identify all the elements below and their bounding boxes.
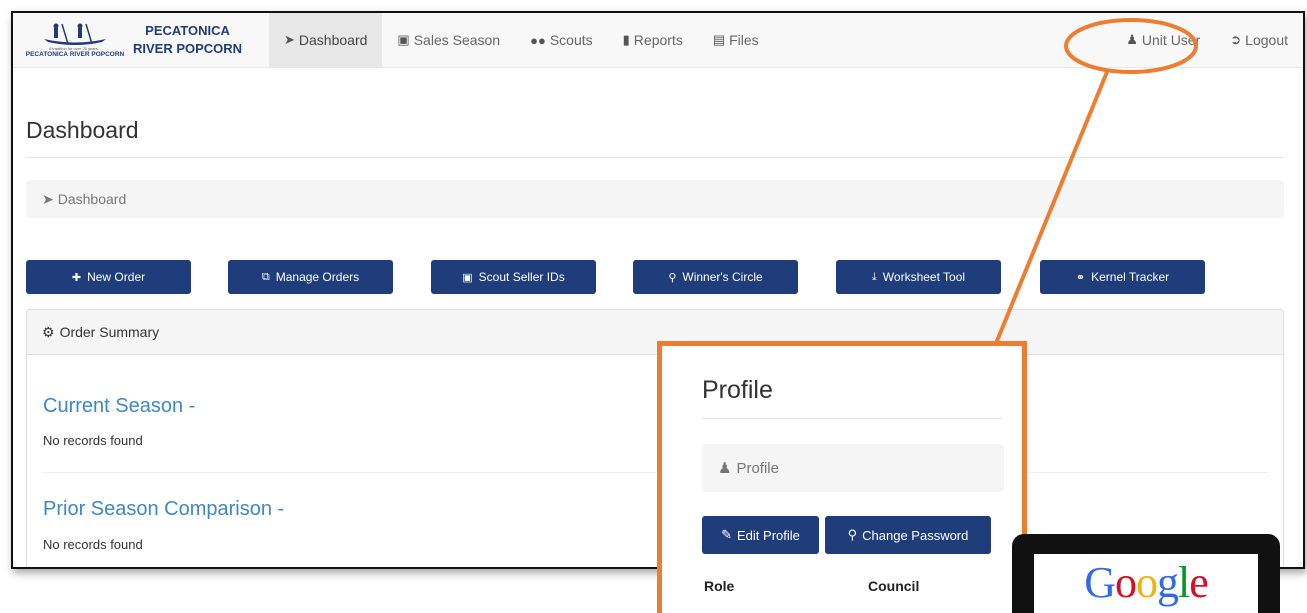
pencil-icon: ✎ — [721, 527, 733, 542]
action-buttons: ✚ New Order ⧉ Manage Orders ▣ Scout Sell… — [26, 260, 1296, 294]
id-card-icon: ▣ — [462, 271, 473, 284]
rocket-icon: ➤ — [284, 32, 295, 47]
edit-profile-label: Edit Profile — [737, 527, 800, 543]
current-season-title: Current Season - — [43, 395, 196, 417]
lock-icon: ⚲ — [847, 527, 858, 542]
profile-breadcrumb: ♟ Profile — [702, 444, 1004, 492]
image-file-icon: ▤ — [712, 32, 726, 47]
file-icon: ▣ — [397, 32, 410, 47]
order-summary-title: Order Summary — [59, 324, 160, 340]
worksheet-tool-button[interactable]: ⤓ Worksheet Tool — [836, 260, 1001, 294]
edit-profile-button[interactable]: ✎ Edit Profile — [702, 516, 819, 554]
rocket-icon: ➤ — [42, 190, 54, 207]
breadcrumb-dashboard: Dashboard — [57, 191, 127, 207]
breadcrumb: ➤ Dashboard — [26, 180, 1284, 218]
scout-seller-ids-button[interactable]: ▣ Scout Seller IDs — [431, 260, 596, 294]
prior-season-title: Prior Season Comparison - — [43, 498, 285, 520]
nav-sales-season-label: Sales Season — [413, 32, 501, 48]
order-summary-heading: ⚙ Order Summary — [27, 310, 1283, 355]
profile-title: Profile — [702, 376, 773, 404]
page-title: Dashboard — [26, 117, 139, 143]
google-letter: o — [1115, 558, 1137, 607]
brand-name-line1: PECATONICA — [145, 23, 230, 38]
bar-chart-icon: ▮ — [622, 32, 630, 47]
user-icon: ♟ — [718, 460, 732, 477]
logo-text: PECATONICA RIVER POPCORN — [25, 50, 125, 58]
nav-reports-label: Reports — [633, 32, 683, 48]
nav-user-label: Unit User — [1141, 32, 1201, 48]
profile-divider — [702, 418, 1002, 419]
council-column-header: Council — [868, 578, 920, 594]
new-order-button[interactable]: ✚ New Order — [26, 260, 191, 294]
tablet-screen: Google — [1034, 554, 1258, 613]
nav-files[interactable]: ▤ Files — [698, 13, 774, 67]
nav-scouts-label: Scouts — [549, 32, 593, 48]
google-letter: l — [1178, 558, 1190, 607]
logout-icon: ➲ — [1230, 32, 1242, 47]
navbar: A tradition for over 25 years... PECATON… — [13, 13, 1303, 68]
brand-logo: A tradition for over 25 years... PECATON… — [21, 18, 129, 62]
main-nav: ➤ Dashboard ▣ Sales Season ●● Scouts ▮ R… — [269, 13, 774, 67]
copy-icon: ⧉ — [261, 270, 270, 283]
google-tablet-graphic: Google — [1012, 534, 1280, 613]
panel-divider — [43, 472, 1267, 473]
nav-dashboard[interactable]: ➤ Dashboard — [269, 13, 383, 67]
plus-icon: ✚ — [71, 271, 82, 284]
nav-dashboard-label: Dashboard — [298, 32, 368, 48]
brand[interactable]: A tradition for over 25 years... PECATON… — [13, 13, 269, 67]
nav-scouts[interactable]: ●● Scouts — [515, 13, 608, 67]
scout-seller-ids-label: Scout Seller IDs — [478, 270, 565, 284]
google-letter: e — [1189, 558, 1209, 607]
kernel-tracker-label: Kernel Tracker — [1091, 270, 1170, 284]
role-column-header: Role — [704, 578, 735, 594]
nav-reports[interactable]: ▮ Reports — [608, 13, 698, 67]
brand-name-line2: RIVER POPCORN — [133, 41, 243, 56]
users-icon: ●● — [530, 32, 546, 48]
manage-orders-label: Manage Orders — [275, 270, 360, 284]
profile-breadcrumb-label: Profile — [736, 459, 779, 477]
winners-circle-label: Winner's Circle — [682, 270, 763, 284]
canoe-logo-icon — [44, 23, 106, 45]
worksheet-tool-label: Worksheet Tool — [882, 270, 966, 284]
change-password-label: Change Password — [862, 527, 969, 543]
nav-files-label: Files — [729, 32, 759, 48]
download-icon: ⤓ — [871, 270, 877, 283]
google-letter: o — [1136, 558, 1158, 607]
current-season-empty: No records found — [43, 433, 143, 448]
link-icon: ⚭ — [1075, 271, 1086, 284]
trophy-icon: ⚲ — [668, 271, 677, 284]
cubes-icon: ⚙ — [42, 323, 55, 340]
google-letter: g — [1157, 558, 1179, 607]
kernel-tracker-button[interactable]: ⚭ Kernel Tracker — [1040, 260, 1205, 294]
nav-right: ♟ Unit User ➲ Logout — [1111, 13, 1303, 67]
new-order-label: New Order — [87, 270, 146, 284]
nav-user-menu[interactable]: ♟ Unit User — [1111, 13, 1215, 67]
google-logo: Google — [1084, 558, 1209, 613]
nav-sales-season[interactable]: ▣ Sales Season — [382, 13, 515, 67]
google-letter: G — [1084, 558, 1116, 607]
nav-logout[interactable]: ➲ Logout — [1215, 13, 1303, 67]
order-summary-panel: ⚙ Order Summary Current Season - No reco… — [26, 309, 1284, 567]
title-divider — [26, 157, 1284, 158]
profile-inset: Profile ♟ Profile ✎ Edit Profile ⚲ Chang… — [657, 341, 1027, 613]
change-password-button[interactable]: ⚲ Change Password — [825, 516, 991, 554]
manage-orders-button[interactable]: ⧉ Manage Orders — [228, 260, 393, 294]
brand-name: PECATONICA RIVER POPCORN — [133, 22, 242, 58]
nav-logout-label: Logout — [1245, 32, 1288, 48]
user-icon: ♟ — [1126, 32, 1138, 47]
prior-season-empty: No records found — [43, 537, 143, 552]
winners-circle-button[interactable]: ⚲ Winner's Circle — [633, 260, 798, 294]
